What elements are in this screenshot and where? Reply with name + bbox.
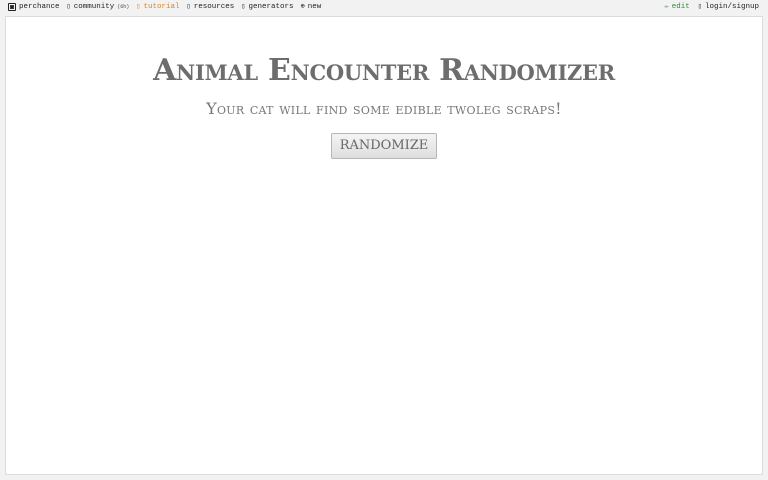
nav-community-label: community [73,3,115,11]
top-nav-bar: perchance ▯ community (6h) ▯ tutorial ▯ … [0,0,768,16]
top-nav-right: ✏ edit ▯ login/signup [665,3,759,11]
nav-resources[interactable]: ▯ resources [187,3,235,11]
nav-new-label: new [307,3,322,11]
nav-login-label: login/signup [704,3,759,11]
dice-icon [8,3,16,11]
nav-community[interactable]: ▯ community (6h) [67,3,130,11]
nav-perchance[interactable]: perchance [8,3,60,11]
tutorial-icon: ▯ [136,3,141,11]
nav-generators[interactable]: ▯ generators [241,3,293,11]
nav-resources-label: resources [193,3,235,11]
resources-icon: ▯ [186,3,191,11]
nav-edit-label: edit [671,3,690,11]
nav-tutorial-label: tutorial [143,3,180,11]
user-icon: ▯ [697,3,702,11]
top-nav-left: perchance ▯ community (6h) ▯ tutorial ▯ … [8,3,321,11]
nav-edit[interactable]: ✏ edit [665,3,690,11]
community-icon: ▯ [66,3,71,11]
new-icon: ⊕ [300,3,305,11]
generators-icon: ▯ [241,3,246,11]
nav-generators-label: generators [248,3,294,11]
nav-login[interactable]: ▯ login/signup [698,3,759,11]
pencil-icon: ✏ [664,3,669,11]
nav-tutorial[interactable]: ▯ tutorial [136,3,179,11]
generator-panel: Animal Encounter Randomizer Your cat wil… [5,16,763,475]
randomize-button[interactable]: RANDOMIZE [331,133,437,159]
page-title: Animal Encounter Randomizer [153,53,615,88]
nav-perchance-label: perchance [19,3,60,11]
nav-new[interactable]: ⊕ new [300,3,321,11]
randomizer-output: Your cat will find some edible twoleg sc… [206,99,562,118]
community-badge: (6h) [117,4,130,10]
